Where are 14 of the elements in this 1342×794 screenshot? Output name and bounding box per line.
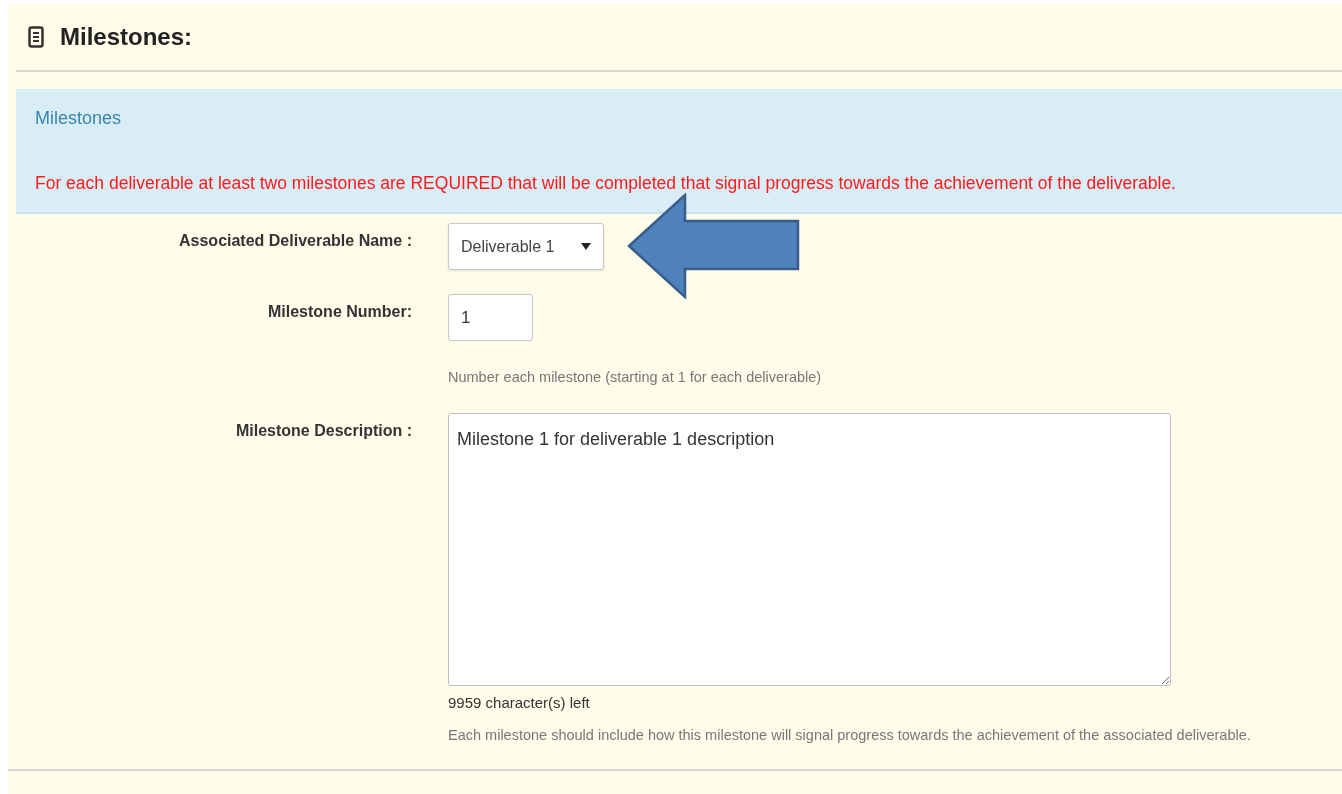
document-icon: [28, 25, 44, 48]
number-field[interactable]: 1: [448, 294, 533, 342]
field-label: Milestone Number:: [268, 303, 412, 321]
deliverable-select[interactable]: Deliverable 1: [448, 223, 604, 271]
character-counter: 9959 character(s) left: [448, 693, 591, 713]
field-label: Milestone Description :: [235, 422, 412, 439]
caret-icon: [581, 243, 591, 251]
field-label: Associated Deliverable Name :: [179, 232, 412, 250]
help-text: Each milestone should include how this milestone will signal progress towards the achievement of the associated deliverable.: [448, 725, 1251, 745]
section-title: Milestones:: [60, 21, 193, 52]
required-warning: For each deliverable at least two milestones are REQUIRED that will be completed that signal progress towards the achievement of the deliverable.: [35, 172, 1177, 195]
notice-heading: Milestones: [35, 107, 123, 130]
help-text: Number each milestone (starting at 1 for each deliverable): [448, 368, 822, 388]
description-field[interactable]: Milestone 1 for deliverable 1 description: [448, 413, 1171, 686]
